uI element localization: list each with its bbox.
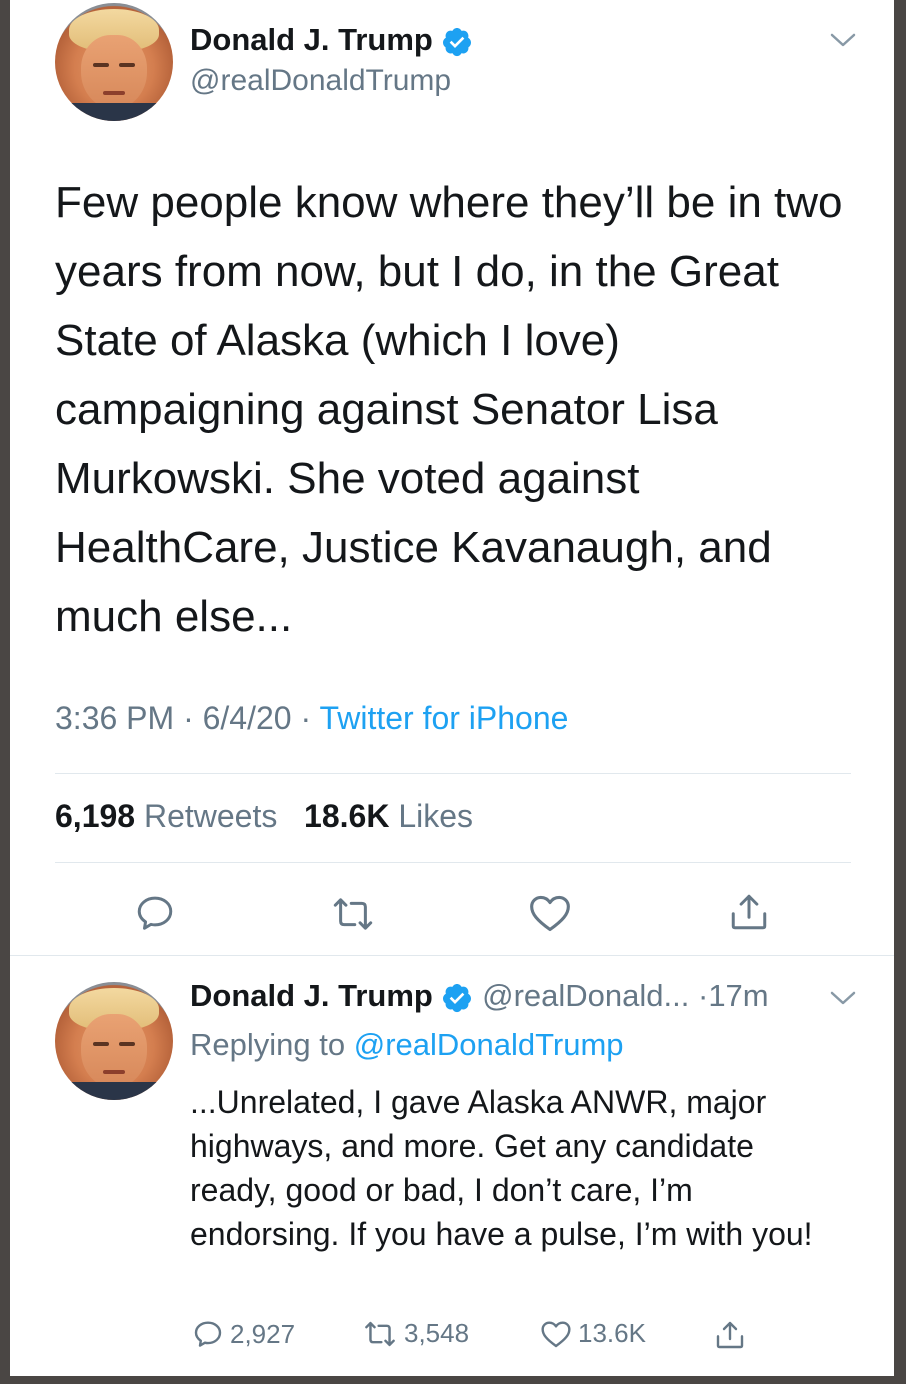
likes-stat[interactable]: 18.6K Likes [304, 798, 473, 834]
retweets-stat[interactable]: 6,198 Retweets [55, 798, 277, 834]
share-icon[interactable] [728, 890, 770, 934]
reply-icon[interactable] [134, 892, 176, 934]
reply-text: ...Unrelated, I gave Alaska ANWR, major … [190, 1084, 813, 1252]
retweets-label: Retweets [143, 798, 278, 834]
tweet-time[interactable]: 3:36 PM [55, 700, 174, 736]
reply-chevron-down-icon[interactable] [828, 988, 858, 1008]
divider [55, 862, 851, 863]
reply-author-avatar[interactable] [55, 982, 173, 1100]
reply-reply-action[interactable]: 2,927 [192, 1318, 295, 1350]
meta-separator: · [697, 978, 709, 1013]
tweet-source-link[interactable]: Twitter for iPhone [319, 700, 568, 736]
author-handle[interactable]: @realDonaldTrump [190, 64, 451, 98]
retweets-count: 6,198 [55, 798, 136, 834]
meta-separator: · [300, 700, 320, 736]
author-avatar[interactable] [55, 3, 173, 121]
tweet-card: Donald J. Trump @realDonaldTrump Few peo… [10, 0, 894, 1376]
reply-icon [194, 1321, 222, 1347]
replying-label: Replying to [190, 1027, 346, 1062]
reply-header: Donald J. Trump @realDonald... ·17m [190, 978, 769, 1014]
verified-badge-icon [443, 27, 472, 56]
tweet-stats: 6,198 Retweets 18.6K Likes [55, 798, 473, 835]
like-icon [541, 1320, 571, 1347]
reply-retweet-action[interactable]: 3,548 [362, 1318, 469, 1349]
reply-share-action[interactable] [714, 1318, 746, 1352]
replying-to-mention[interactable]: @realDonaldTrump [354, 1027, 624, 1062]
replying-to: Replying to @realDonaldTrump [190, 1027, 624, 1063]
reply-age[interactable]: 17m [708, 978, 768, 1013]
author-name[interactable]: Donald J. Trump [190, 22, 473, 58]
retweet-count: 3,548 [404, 1318, 470, 1348]
likes-count: 18.6K [304, 798, 390, 834]
share-icon [716, 1321, 744, 1349]
like-icon[interactable] [528, 892, 572, 934]
retweet-icon [365, 1321, 395, 1346]
meta-separator: · [183, 700, 203, 736]
likes-label: Likes [398, 798, 474, 834]
author-name-text[interactable]: Donald J. Trump [190, 22, 433, 57]
reply-author-name[interactable]: Donald J. Trump [190, 978, 433, 1013]
tweet-separator [10, 955, 894, 956]
divider [55, 773, 851, 774]
reply-author-handle[interactable]: @realDonald... [482, 978, 689, 1013]
tweet-date[interactable]: 6/4/20 [203, 700, 292, 736]
reply-count: 2,927 [230, 1318, 296, 1349]
verified-badge-icon [443, 983, 472, 1012]
reply-like-action[interactable]: 13.6K [540, 1318, 646, 1349]
tweet-meta: 3:36 PM · 6/4/20 · Twitter for iPhone [55, 700, 568, 737]
retweet-icon[interactable] [330, 894, 376, 934]
like-count: 13.6K [578, 1318, 646, 1348]
tweet-text: Few people know where they’ll be in two … [55, 178, 843, 641]
chevron-down-icon[interactable] [828, 30, 858, 50]
